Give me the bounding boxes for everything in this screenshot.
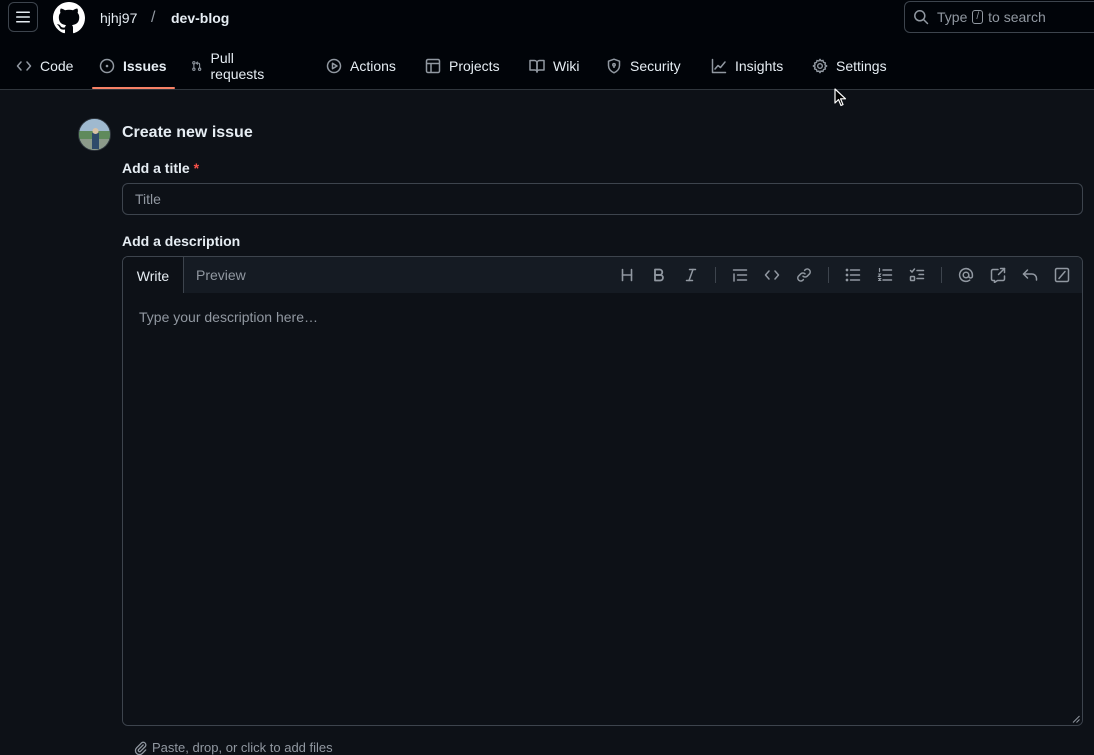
tab-pull-requests[interactable]: Pull requests [191, 46, 269, 86]
tab-pull-requests-label: Pull requests [210, 50, 265, 82]
description-label: Add a description [122, 233, 241, 249]
toolbar-divider [828, 267, 829, 283]
tab-settings[interactable]: Settings [812, 46, 887, 86]
breadcrumb-separator: / [151, 9, 156, 26]
tab-code-label: Code [40, 58, 74, 74]
title-label-text: Add a title [122, 160, 190, 176]
slash-command-button[interactable] [1052, 265, 1072, 285]
tab-insights[interactable]: Insights [711, 46, 783, 86]
ordered-list-icon [877, 267, 893, 282]
heading-button[interactable] [617, 265, 637, 285]
italic-icon [685, 268, 697, 282]
tab-settings-label: Settings [836, 58, 887, 74]
toolbar-divider [715, 267, 716, 283]
tab-actions-label: Actions [350, 58, 396, 74]
ordered-list-button[interactable] [875, 265, 895, 285]
resize-handle-icon[interactable] [1072, 715, 1080, 723]
reference-button[interactable] [988, 265, 1008, 285]
search-type-text: Type [937, 9, 968, 25]
code-icon [16, 61, 32, 71]
reply-icon [1022, 269, 1038, 281]
bold-button[interactable] [649, 265, 669, 285]
tab-wiki-label: Wiki [553, 58, 580, 74]
link-icon [797, 268, 811, 282]
github-logo-icon[interactable] [53, 2, 85, 34]
tab-issues[interactable]: Issues [99, 46, 167, 86]
italic-button[interactable] [681, 265, 701, 285]
reply-button[interactable] [1020, 265, 1040, 285]
link-button[interactable] [794, 265, 814, 285]
shield-icon [607, 58, 621, 74]
paperclip-icon [134, 741, 147, 755]
tab-actions[interactable]: Actions [326, 46, 396, 86]
tab-wiki[interactable]: Wiki [529, 46, 579, 86]
search-button[interactable]: Type / to search [904, 1, 1094, 33]
code-icon [764, 270, 780, 280]
bold-icon [654, 268, 664, 282]
code-button[interactable] [762, 265, 782, 285]
description-editor: Write Preview [122, 256, 1083, 726]
mention-icon [958, 267, 974, 283]
mention-button[interactable] [956, 265, 976, 285]
toolbar-divider [941, 267, 942, 283]
book-icon [529, 59, 545, 73]
issue-opened-icon [99, 58, 115, 74]
tab-write[interactable]: Write [123, 257, 184, 294]
page-title: Create new issue [122, 124, 253, 141]
tab-issues-label: Issues [123, 58, 167, 74]
task-list-button[interactable] [907, 265, 927, 285]
reference-icon [990, 267, 1006, 283]
top-bar: hjhj97 / dev-blog Type / to search Code … [0, 0, 1094, 90]
attach-files-text: Paste, drop, or click to add files [152, 740, 333, 755]
tab-security-label: Security [630, 58, 681, 74]
search-suffix-text: to search [988, 9, 1046, 25]
tab-preview[interactable]: Preview [196, 257, 246, 293]
tab-projects-label: Projects [449, 58, 500, 74]
heading-icon [621, 268, 633, 282]
attach-files-hint[interactable]: Paste, drop, or click to add files [134, 740, 333, 755]
hamburger-menu-button[interactable] [8, 2, 38, 32]
task-list-icon [909, 268, 925, 282]
graph-icon [711, 58, 727, 74]
gear-icon [812, 58, 828, 74]
tab-insights-label: Insights [735, 58, 784, 74]
quote-button[interactable] [730, 265, 750, 285]
unordered-list-icon [845, 268, 861, 282]
search-shortcut-key: / [972, 10, 984, 24]
title-label: Add a title * [122, 160, 199, 176]
title-input[interactable] [122, 183, 1083, 215]
quote-icon [732, 269, 748, 282]
editor-toolbar: Write Preview [123, 257, 1082, 294]
search-icon [914, 10, 929, 25]
active-tab-indicator [92, 87, 175, 89]
tab-code[interactable]: Code [16, 46, 73, 86]
slash-command-icon [1054, 267, 1070, 283]
table-icon [425, 58, 441, 74]
breadcrumb-owner-link[interactable]: hjhj97 [100, 10, 137, 26]
required-mark: * [193, 160, 200, 176]
avatar[interactable] [78, 118, 111, 151]
mouse-cursor-icon [834, 88, 847, 107]
unordered-list-button[interactable] [843, 265, 863, 285]
play-icon [326, 58, 342, 74]
hamburger-icon [16, 11, 30, 23]
tab-security[interactable]: Security [606, 46, 681, 86]
breadcrumb-repo-link[interactable]: dev-blog [171, 10, 229, 26]
description-textarea[interactable] [123, 293, 1082, 725]
git-pull-request-icon [192, 61, 202, 71]
tab-projects[interactable]: Projects [425, 46, 500, 86]
